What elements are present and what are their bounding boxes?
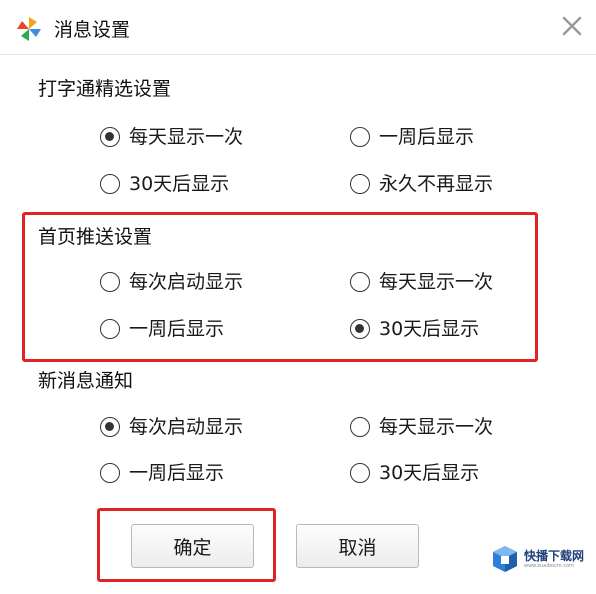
radio-label: 30天后显示 xyxy=(129,173,230,195)
watermark: 快播下载网 www.kuaibocm.com xyxy=(490,544,584,574)
radio-label: 一周后显示 xyxy=(129,462,225,484)
radio-option[interactable]: 30天后显示 xyxy=(350,461,479,485)
radio-option[interactable]: 每天显示一次 xyxy=(350,270,493,294)
radio-option[interactable]: 每天显示一次 xyxy=(350,415,493,439)
watermark-subtext: www.kuaibocm.com xyxy=(524,562,574,569)
radio-button[interactable] xyxy=(100,272,120,292)
radio-button[interactable] xyxy=(350,463,370,483)
close-icon[interactable] xyxy=(558,12,586,40)
radio-option[interactable]: 每次启动显示 xyxy=(100,415,243,439)
radio-option[interactable]: 一周后显示 xyxy=(100,317,224,341)
radio-label: 每次启动显示 xyxy=(129,416,244,438)
radio-button[interactable] xyxy=(100,127,120,147)
radio-button[interactable] xyxy=(350,127,370,147)
radio-option[interactable]: 每天显示一次 xyxy=(100,125,243,149)
pinwheel-app-icon xyxy=(17,17,41,41)
section-title-homepage-push: 首页推送设置 xyxy=(38,226,153,248)
radio-label: 每天显示一次 xyxy=(379,416,494,438)
radio-option[interactable]: 永久不再显示 xyxy=(350,172,493,196)
radio-label: 一周后显示 xyxy=(379,126,475,148)
radio-button[interactable] xyxy=(350,272,370,292)
watermark-text-group: 快播下载网 www.kuaibocm.com xyxy=(524,549,584,570)
radio-button[interactable] xyxy=(100,463,120,483)
dialog-titlebar: 消息设置 xyxy=(0,0,596,54)
radio-label: 30天后显示 xyxy=(379,318,480,340)
radio-button[interactable] xyxy=(350,417,370,437)
radio-button[interactable] xyxy=(100,319,120,339)
section-title-new-message: 新消息通知 xyxy=(38,370,134,392)
radio-label: 每次启动显示 xyxy=(129,271,244,293)
section-title-dazitong: 打字通精选设置 xyxy=(38,78,172,100)
radio-option[interactable]: 30天后显示 xyxy=(350,317,479,341)
title-divider xyxy=(0,54,596,55)
radio-button[interactable] xyxy=(350,319,370,339)
radio-option[interactable]: 一周后显示 xyxy=(100,461,224,485)
radio-label: 每天显示一次 xyxy=(129,126,244,148)
radio-label: 每天显示一次 xyxy=(379,271,494,293)
radio-button[interactable] xyxy=(100,417,120,437)
radio-label: 一周后显示 xyxy=(129,318,225,340)
cube-logo-icon xyxy=(493,546,517,572)
radio-label: 30天后显示 xyxy=(379,462,480,484)
radio-option[interactable]: 一周后显示 xyxy=(350,125,474,149)
radio-button[interactable] xyxy=(100,174,120,194)
cancel-button[interactable]: 取消 xyxy=(296,524,419,568)
radio-option[interactable]: 30天后显示 xyxy=(100,172,229,196)
radio-label: 永久不再显示 xyxy=(379,173,494,195)
confirm-button[interactable]: 确定 xyxy=(131,524,254,568)
dialog-title: 消息设置 xyxy=(54,19,131,41)
watermark-text: 快播下载网 xyxy=(524,548,585,563)
radio-option[interactable]: 每次启动显示 xyxy=(100,270,243,294)
radio-button[interactable] xyxy=(350,174,370,194)
